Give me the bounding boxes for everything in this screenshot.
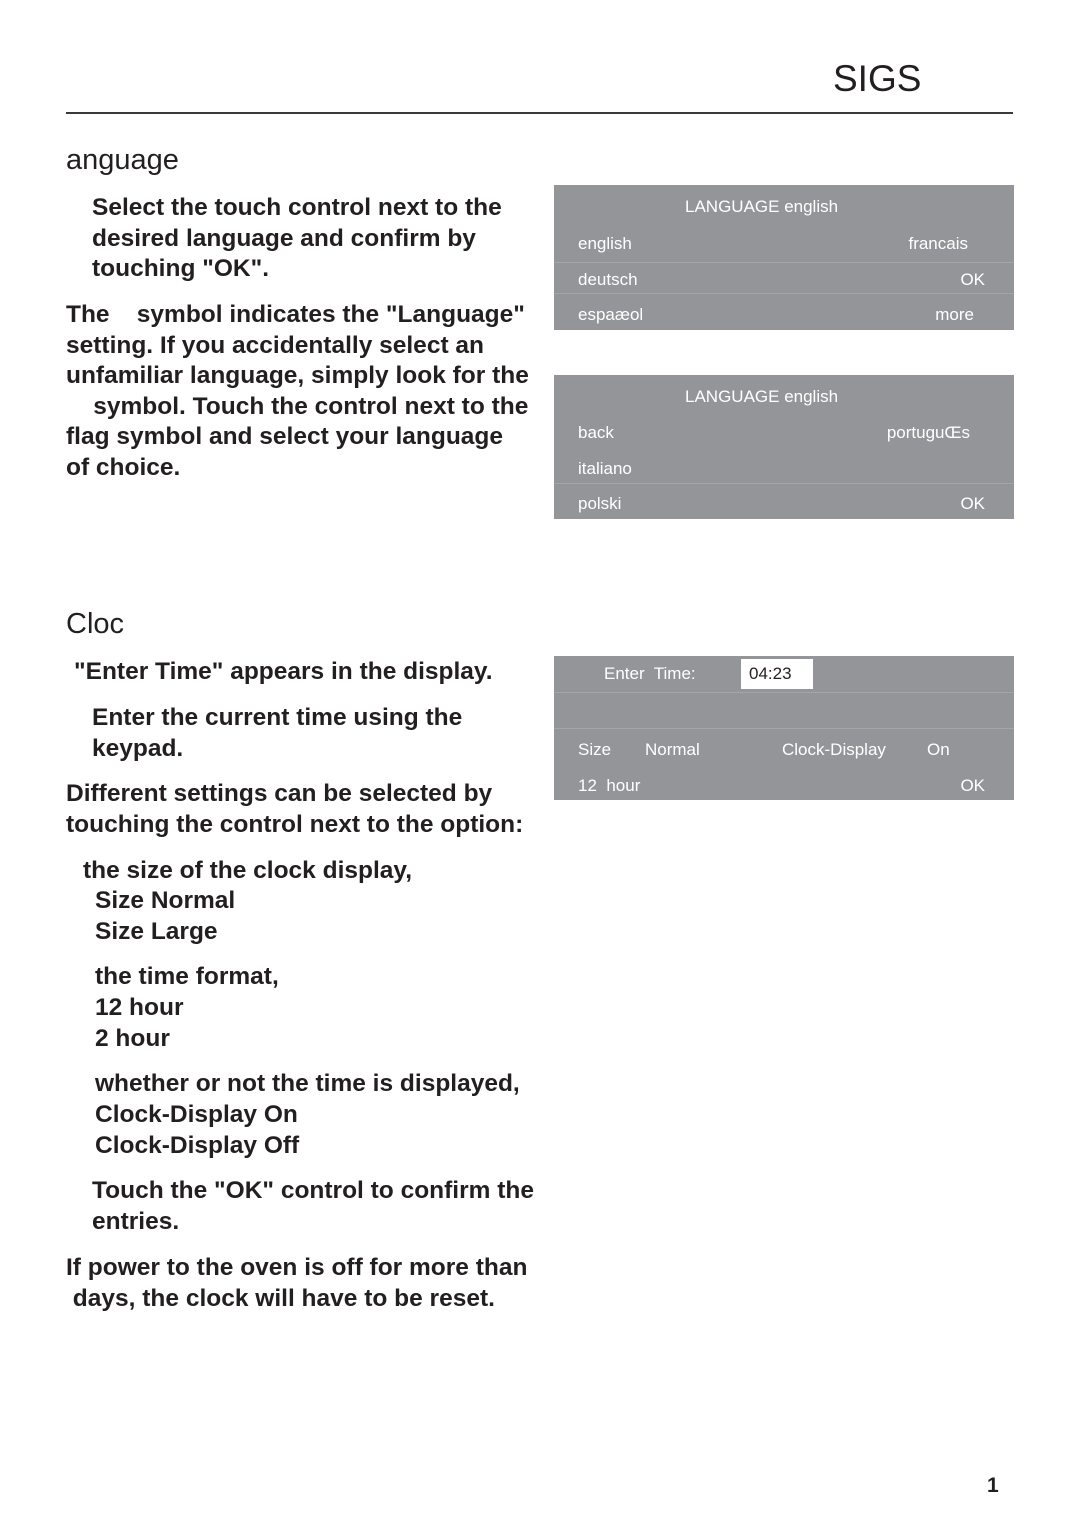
option-display-desc: whether or not the time is displayed, [95, 1070, 520, 1097]
panel-title: LANGUAGE english [685, 387, 839, 406]
clock-settings-intro: Different settings can be selected by to… [66, 780, 524, 838]
ok-button[interactable]: OK [960, 776, 985, 796]
option-polski[interactable]: polski [578, 494, 621, 514]
option-portugues[interactable]: portuguŒs [887, 423, 970, 443]
power-note: If power to the oven is off for more tha… [66, 1254, 528, 1312]
language-heading: anguage [66, 144, 179, 176]
language-panel-2: LANGUAGE english back portuguŒs italiano… [554, 375, 1014, 519]
panel-row: english francais [554, 226, 1014, 262]
row-divider [554, 728, 1014, 729]
panel-row: back portuguŒs [554, 415, 1014, 451]
clock-display-label[interactable]: Clock-Display [782, 740, 886, 760]
language-panel-1: LANGUAGE english english francais deutsc… [554, 185, 1014, 330]
panel-row: polski OK [554, 486, 1014, 522]
more-button[interactable]: more [935, 305, 974, 325]
time-format-value[interactable]: 12 hour [578, 776, 640, 796]
option-format-desc: the time format, [95, 963, 279, 990]
clock-step-1: Enter the current time using the keypad. [92, 704, 463, 762]
size-label[interactable]: Size [578, 740, 611, 760]
panel-row: italiano [554, 451, 1014, 487]
time-input[interactable]: 04:23 [741, 659, 813, 689]
enter-time-label: Enter Time: [604, 664, 696, 683]
clock-heading: Cloc [66, 608, 125, 640]
row-divider [554, 293, 1014, 294]
ok-button[interactable]: OK [960, 270, 985, 290]
size-value[interactable]: Normal [645, 740, 700, 760]
option-english[interactable]: english [578, 234, 632, 254]
header-divider [66, 112, 1013, 114]
panel-title: LANGUAGE english [685, 197, 839, 216]
language-step-1: Select the touch control next to the des… [92, 194, 502, 282]
panel-row: 12 hour OK [554, 768, 1014, 804]
page-header-title: SIGS [833, 58, 922, 99]
page-number: 1 [987, 1474, 999, 1497]
back-button[interactable]: back [578, 423, 614, 443]
option-espanol[interactable]: espaæol [578, 305, 643, 325]
row-divider [554, 483, 1014, 484]
option-francais[interactable]: francais [908, 234, 968, 254]
option-italiano[interactable]: italiano [578, 459, 632, 479]
option-display-values: Clock-Display On Clock-Display Off [95, 1101, 300, 1159]
option-format-values: 12 hour 2 hour [95, 994, 184, 1052]
row-divider [554, 692, 1014, 693]
clock-enter-time-line: "Enter Time" appears in the display. [74, 658, 493, 685]
language-note: The symbol indicates the "Language" sett… [66, 301, 529, 481]
clock-step-ok: Touch the "OK" control to confirm the en… [92, 1177, 534, 1235]
panel-row: espaæol more [554, 297, 1014, 333]
option-size-values: Size Normal Size Large [95, 887, 236, 945]
panel-row: Enter Time: 04:23 [554, 656, 1014, 692]
ok-button[interactable]: OK [960, 494, 985, 514]
clock-display-value[interactable]: On [927, 740, 950, 760]
clock-panel: Enter Time: 04:23 Size Normal Clock-Disp… [554, 656, 1014, 800]
option-deutsch[interactable]: deutsch [578, 270, 638, 290]
panel-row: Size Normal Clock-Display On [554, 732, 1014, 768]
option-size-desc: the size of the clock display, [83, 857, 413, 884]
